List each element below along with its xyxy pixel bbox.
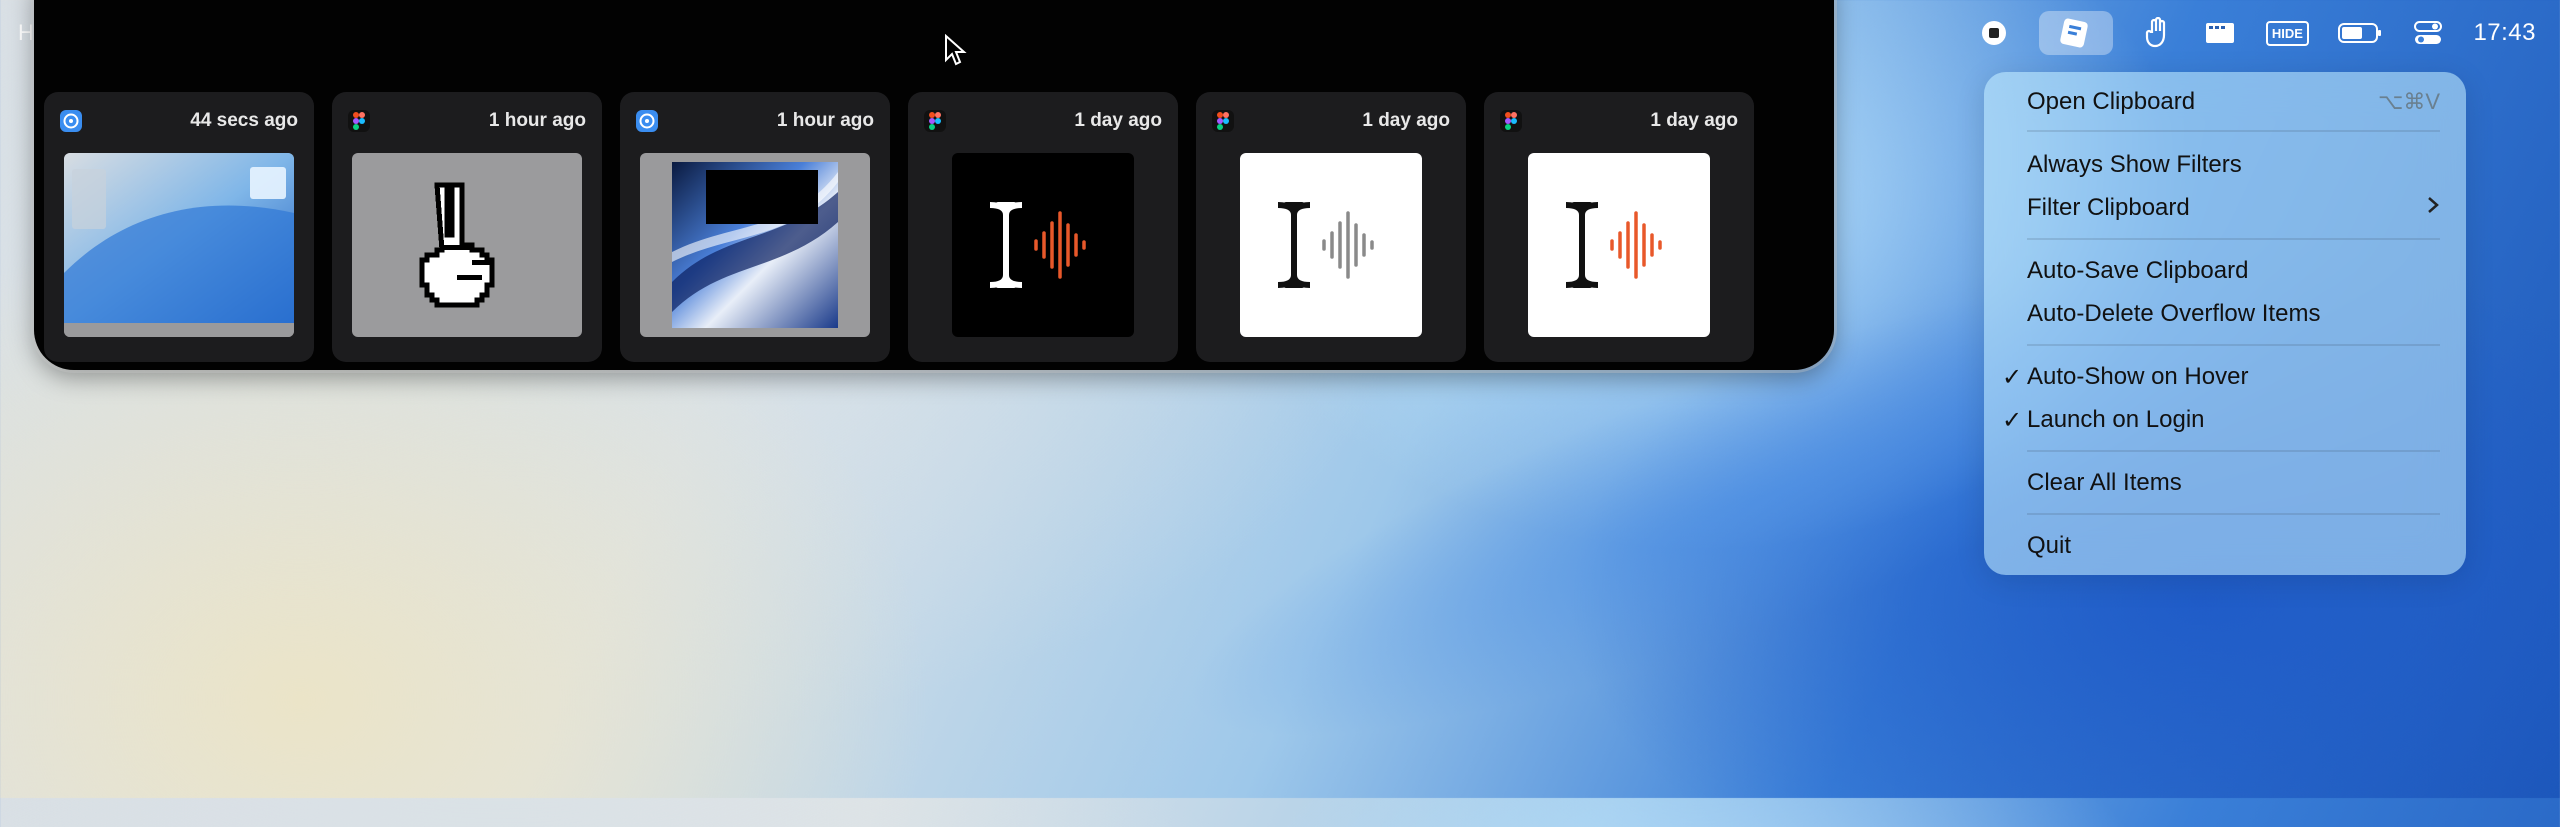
- menu-item-label: Quit: [2027, 532, 2072, 559]
- menu-item-always-show-filters[interactable]: Always Show Filters: [1984, 145, 2466, 185]
- clipboard-item[interactable]: 1 hour ago: [332, 92, 602, 362]
- menu-item-label: Filter Clipboard: [2027, 194, 2190, 221]
- menu-item-label: Auto-Delete Overflow Items: [2027, 300, 2321, 327]
- menu-item-shortcut: ⌥⌘V: [2377, 89, 2440, 114]
- finder-app-icon: [636, 110, 658, 132]
- clipboard-item[interactable]: 44 secs ago: [44, 92, 314, 362]
- item-timestamp: 1 hour ago: [488, 110, 586, 131]
- clipboard-item[interactable]: 1 day ago: [1484, 92, 1754, 362]
- menu-item-label: Clear All Items: [2027, 469, 2182, 496]
- logo-dark-thumbnail: [952, 153, 1134, 337]
- menubar-app-letter: H: [18, 20, 34, 45]
- menu-item-label: Auto-Save Clipboard: [2027, 257, 2249, 284]
- menu-separator: [2027, 238, 2440, 240]
- item-timestamp: 1 day ago: [1650, 110, 1738, 131]
- mouse-cursor-icon: [944, 33, 968, 73]
- figma-app-icon: [1212, 110, 1234, 132]
- menu-item-auto-save[interactable]: Auto-Save Clipboard: [1984, 251, 2466, 291]
- item-timestamp: 1 day ago: [1362, 110, 1450, 131]
- hide-icon[interactable]: HIDE: [2265, 16, 2309, 50]
- menu-item-label: Launch on Login: [2027, 406, 2205, 433]
- checkmark-icon: ✓: [2002, 363, 2023, 391]
- item-timestamp: 1 day ago: [1074, 110, 1162, 131]
- clipboard-item[interactable]: 1 hour ago: [620, 92, 890, 362]
- control-center-icon[interactable]: [2411, 16, 2445, 50]
- menu-item-launch-on-login[interactable]: ✓ Launch on Login: [1984, 400, 2466, 440]
- clipboard-app-icon[interactable]: [2039, 11, 2114, 55]
- menu-item-label: Open Clipboard: [2027, 88, 2196, 115]
- item-timestamp: 1 hour ago: [776, 110, 874, 131]
- record-icon[interactable]: [1977, 16, 2011, 50]
- menu-item-open-clipboard[interactable]: Open Clipboard ⌥⌘V: [1984, 82, 2466, 122]
- menu-item-filter-clipboard[interactable]: Filter Clipboard: [1984, 188, 2466, 228]
- menu-separator: [2027, 344, 2440, 346]
- menubar-clock[interactable]: 17:43: [2473, 19, 2536, 47]
- logo-light-orange-thumbnail: [1528, 153, 1710, 337]
- figma-app-icon: [924, 110, 946, 132]
- figma-app-icon: [1500, 110, 1522, 132]
- menu-separator: [2027, 513, 2440, 515]
- finder-app-icon: [60, 110, 82, 132]
- clipboard-item[interactable]: 1 day ago: [908, 92, 1178, 362]
- peace-hand-thumbnail: [352, 153, 582, 337]
- menu-item-clear-all[interactable]: Clear All Items: [1984, 463, 2466, 503]
- item-timestamp: 44 secs ago: [190, 110, 298, 131]
- menu-item-label: Always Show Filters: [2027, 151, 2242, 178]
- window-icon[interactable]: [2203, 16, 2237, 50]
- checkmark-icon: ✓: [2002, 406, 2023, 434]
- menu-item-auto-delete[interactable]: Auto-Delete Overflow Items: [1984, 294, 2466, 334]
- hand-icon[interactable]: [2141, 16, 2175, 50]
- chevron-right-icon: [2426, 194, 2440, 222]
- menu-separator: [2027, 130, 2440, 132]
- menu-item-label: Auto-Show on Hover: [2027, 363, 2249, 390]
- menu-item-auto-show-on-hover[interactable]: ✓ Auto-Show on Hover: [1984, 357, 2466, 397]
- menu-item-quit[interactable]: Quit: [1984, 526, 2466, 566]
- logo-light-gray-thumbnail: [1240, 153, 1422, 337]
- clipboard-menu: Open Clipboard ⌥⌘V Always Show Filters F…: [1984, 72, 2466, 575]
- menubar-right: HIDE 17:43: [1977, 0, 2560, 66]
- wallpaper-screenshot-thumbnail: [640, 153, 870, 337]
- menu-separator: [2027, 450, 2440, 452]
- desktop-screenshot-thumbnail: [64, 153, 294, 337]
- figma-app-icon: [348, 110, 370, 132]
- clipboard-item[interactable]: 1 day ago: [1196, 92, 1466, 362]
- hide-label: HIDE: [2265, 20, 2309, 46]
- clipboard-history: 44 secs ago 1 hour ago 1 hour ago 1 day …: [44, 92, 1754, 362]
- battery-icon[interactable]: [2337, 16, 2383, 50]
